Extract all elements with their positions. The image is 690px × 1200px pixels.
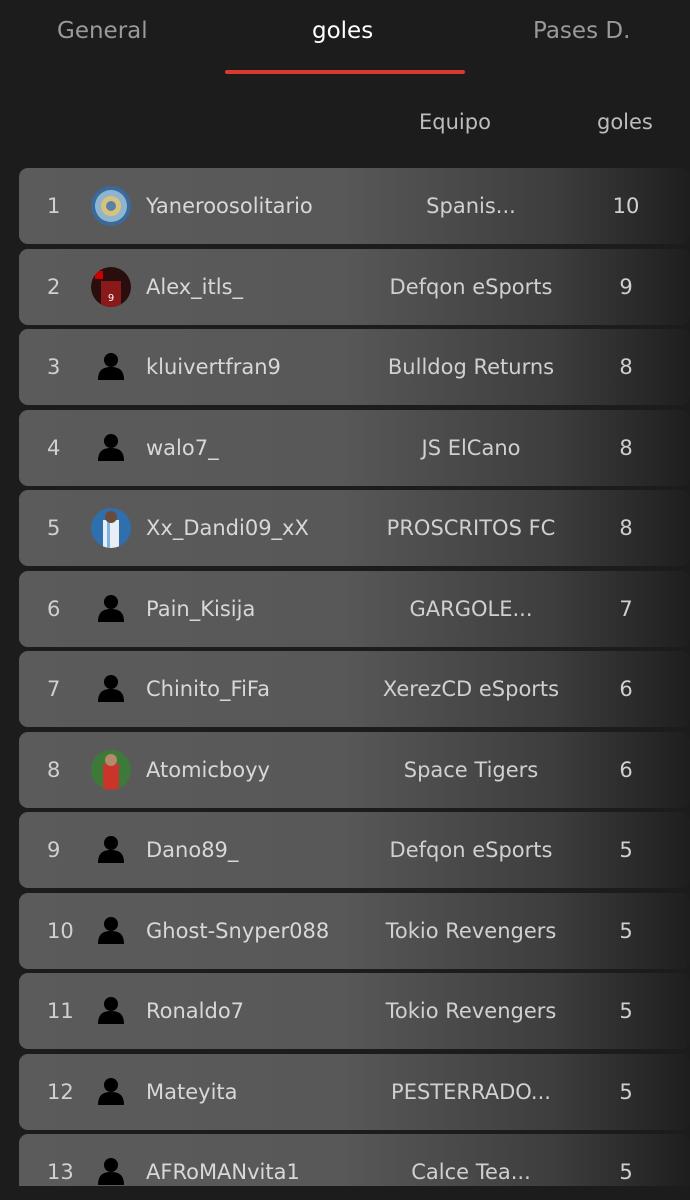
team-name: Calce Tea... (411, 1160, 531, 1184)
table-row[interactable]: 8 Atomicboyy Space Tigers 6 (19, 731, 690, 808)
player-name: walo7_ (146, 435, 219, 460)
table-row[interactable]: 11 Ronaldo7 Tokio Revengers 5 (19, 973, 690, 1049)
team-name: PESTERRADO... (391, 1079, 551, 1104)
person-icon (98, 433, 124, 461)
person-icon (98, 674, 124, 702)
table-row[interactable]: 4 walo7_ JS ElCano 8 (19, 409, 690, 486)
table-row[interactable]: 7 Chinito_FiFa XerezCD eSports 6 (19, 651, 690, 727)
team-name: Defqon eSports (389, 838, 553, 862)
goals-count: 5 (619, 1160, 633, 1184)
goals-count: 5 (619, 999, 633, 1023)
tab-active-indicator (225, 70, 465, 74)
row-rank: 8 (47, 757, 61, 782)
row-rank: 4 (47, 435, 61, 460)
goals-count: 5 (619, 918, 633, 943)
goals-count: 6 (619, 757, 633, 782)
team-name: Space Tigers (403, 757, 539, 782)
table-row[interactable]: 9 Dano89_ Defqon eSports 5 (19, 812, 690, 888)
table-row[interactable]: 6 Pain_Kisija GARGOLE... 7 (19, 570, 690, 647)
team-name: Bulldog Returns (387, 355, 555, 379)
avatar (91, 186, 131, 226)
goals-count: 5 (619, 1079, 633, 1104)
tab-pases[interactable]: Pases D. (533, 14, 630, 48)
player-name: Mateyita (146, 1079, 238, 1104)
team-name: Tokio Revengers (385, 918, 557, 943)
tab-goles[interactable]: goles (312, 14, 373, 48)
person-icon (98, 835, 124, 863)
goals-count: 6 (619, 677, 633, 701)
team-name: Defqon eSports (389, 274, 553, 299)
table-row[interactable]: 2 9 Alex_itls_ Defqon eSports 9 (19, 248, 690, 325)
row-rank: 11 (47, 999, 74, 1023)
player-name: Pain_Kisija (146, 596, 256, 621)
column-header-equipo: Equipo (419, 110, 491, 134)
avatar: 9 (91, 266, 131, 307)
table-row[interactable]: 5 Xx_Dandi09_xX PROSCRITOS FC 8 (19, 490, 690, 566)
column-header-goles: goles (597, 110, 653, 134)
tab-general[interactable]: General (57, 14, 148, 48)
row-rank: 1 (47, 194, 61, 218)
row-rank: 12 (47, 1079, 74, 1104)
person-icon (98, 996, 124, 1024)
person-icon (98, 1157, 124, 1185)
player-name: Dano89_ (146, 838, 239, 862)
player-name: Atomicboyy (146, 757, 270, 782)
row-rank: 7 (47, 677, 61, 701)
goals-count: 10 (612, 194, 640, 218)
person-icon (98, 352, 124, 380)
team-name: Spanis... (426, 194, 516, 218)
table-row[interactable]: 10 Ghost-Snyper088 Tokio Revengers 5 (19, 892, 690, 969)
player-name: Alex_itls_ (146, 274, 244, 299)
player-name: Ghost-Snyper088 (146, 918, 330, 943)
table-row[interactable]: 1 Yaneroosolitario Spanis... 10 (19, 168, 690, 244)
table-row[interactable]: 13 AFRoMANvita1 Calce Tea... 5 (19, 1134, 690, 1186)
avatar (91, 508, 131, 548)
person-icon (98, 1077, 124, 1105)
team-name: XerezCD eSports (382, 677, 560, 701)
ranking-list: 1 Yaneroosolitario Spanis... 10 2 9 Alex_itls_… (19, 168, 690, 1186)
svg-text:9: 9 (108, 293, 114, 304)
team-name: PROSCRITOS FC (386, 516, 556, 540)
goals-count: 8 (619, 516, 633, 540)
team-name: GARGOLE... (409, 596, 533, 621)
player-name: Yaneroosolitario (146, 194, 313, 218)
person-icon (98, 916, 124, 944)
team-name: JS ElCano (421, 435, 521, 460)
player-name: Ronaldo7 (146, 999, 245, 1023)
person-icon (98, 594, 124, 622)
table-row[interactable]: 12 Mateyita PESTERRADO... 5 (19, 1053, 690, 1130)
row-rank: 3 (47, 355, 61, 379)
table-row[interactable]: 3 kluivertfran9 Bulldog Returns 8 (19, 329, 690, 405)
goals-count: 8 (619, 355, 633, 379)
player-name: AFRoMANvita1 (146, 1160, 300, 1184)
player-name: kluivertfran9 (146, 355, 281, 379)
player-name: Xx_Dandi09_xX (146, 516, 309, 540)
avatar (91, 749, 131, 790)
tab-bar: General goles Pases D. (0, 0, 690, 74)
row-rank: 13 (47, 1160, 74, 1184)
team-name: Tokio Revengers (385, 999, 557, 1023)
row-rank: 10 (47, 918, 74, 943)
goals-count: 5 (619, 838, 633, 862)
goals-count: 9 (619, 274, 633, 299)
row-rank: 5 (47, 516, 61, 540)
row-rank: 9 (47, 838, 61, 862)
row-rank: 6 (47, 596, 61, 621)
goals-count: 7 (619, 596, 633, 621)
goals-count: 8 (619, 435, 633, 460)
row-rank: 2 (47, 274, 61, 299)
player-name: Chinito_FiFa (146, 677, 270, 701)
